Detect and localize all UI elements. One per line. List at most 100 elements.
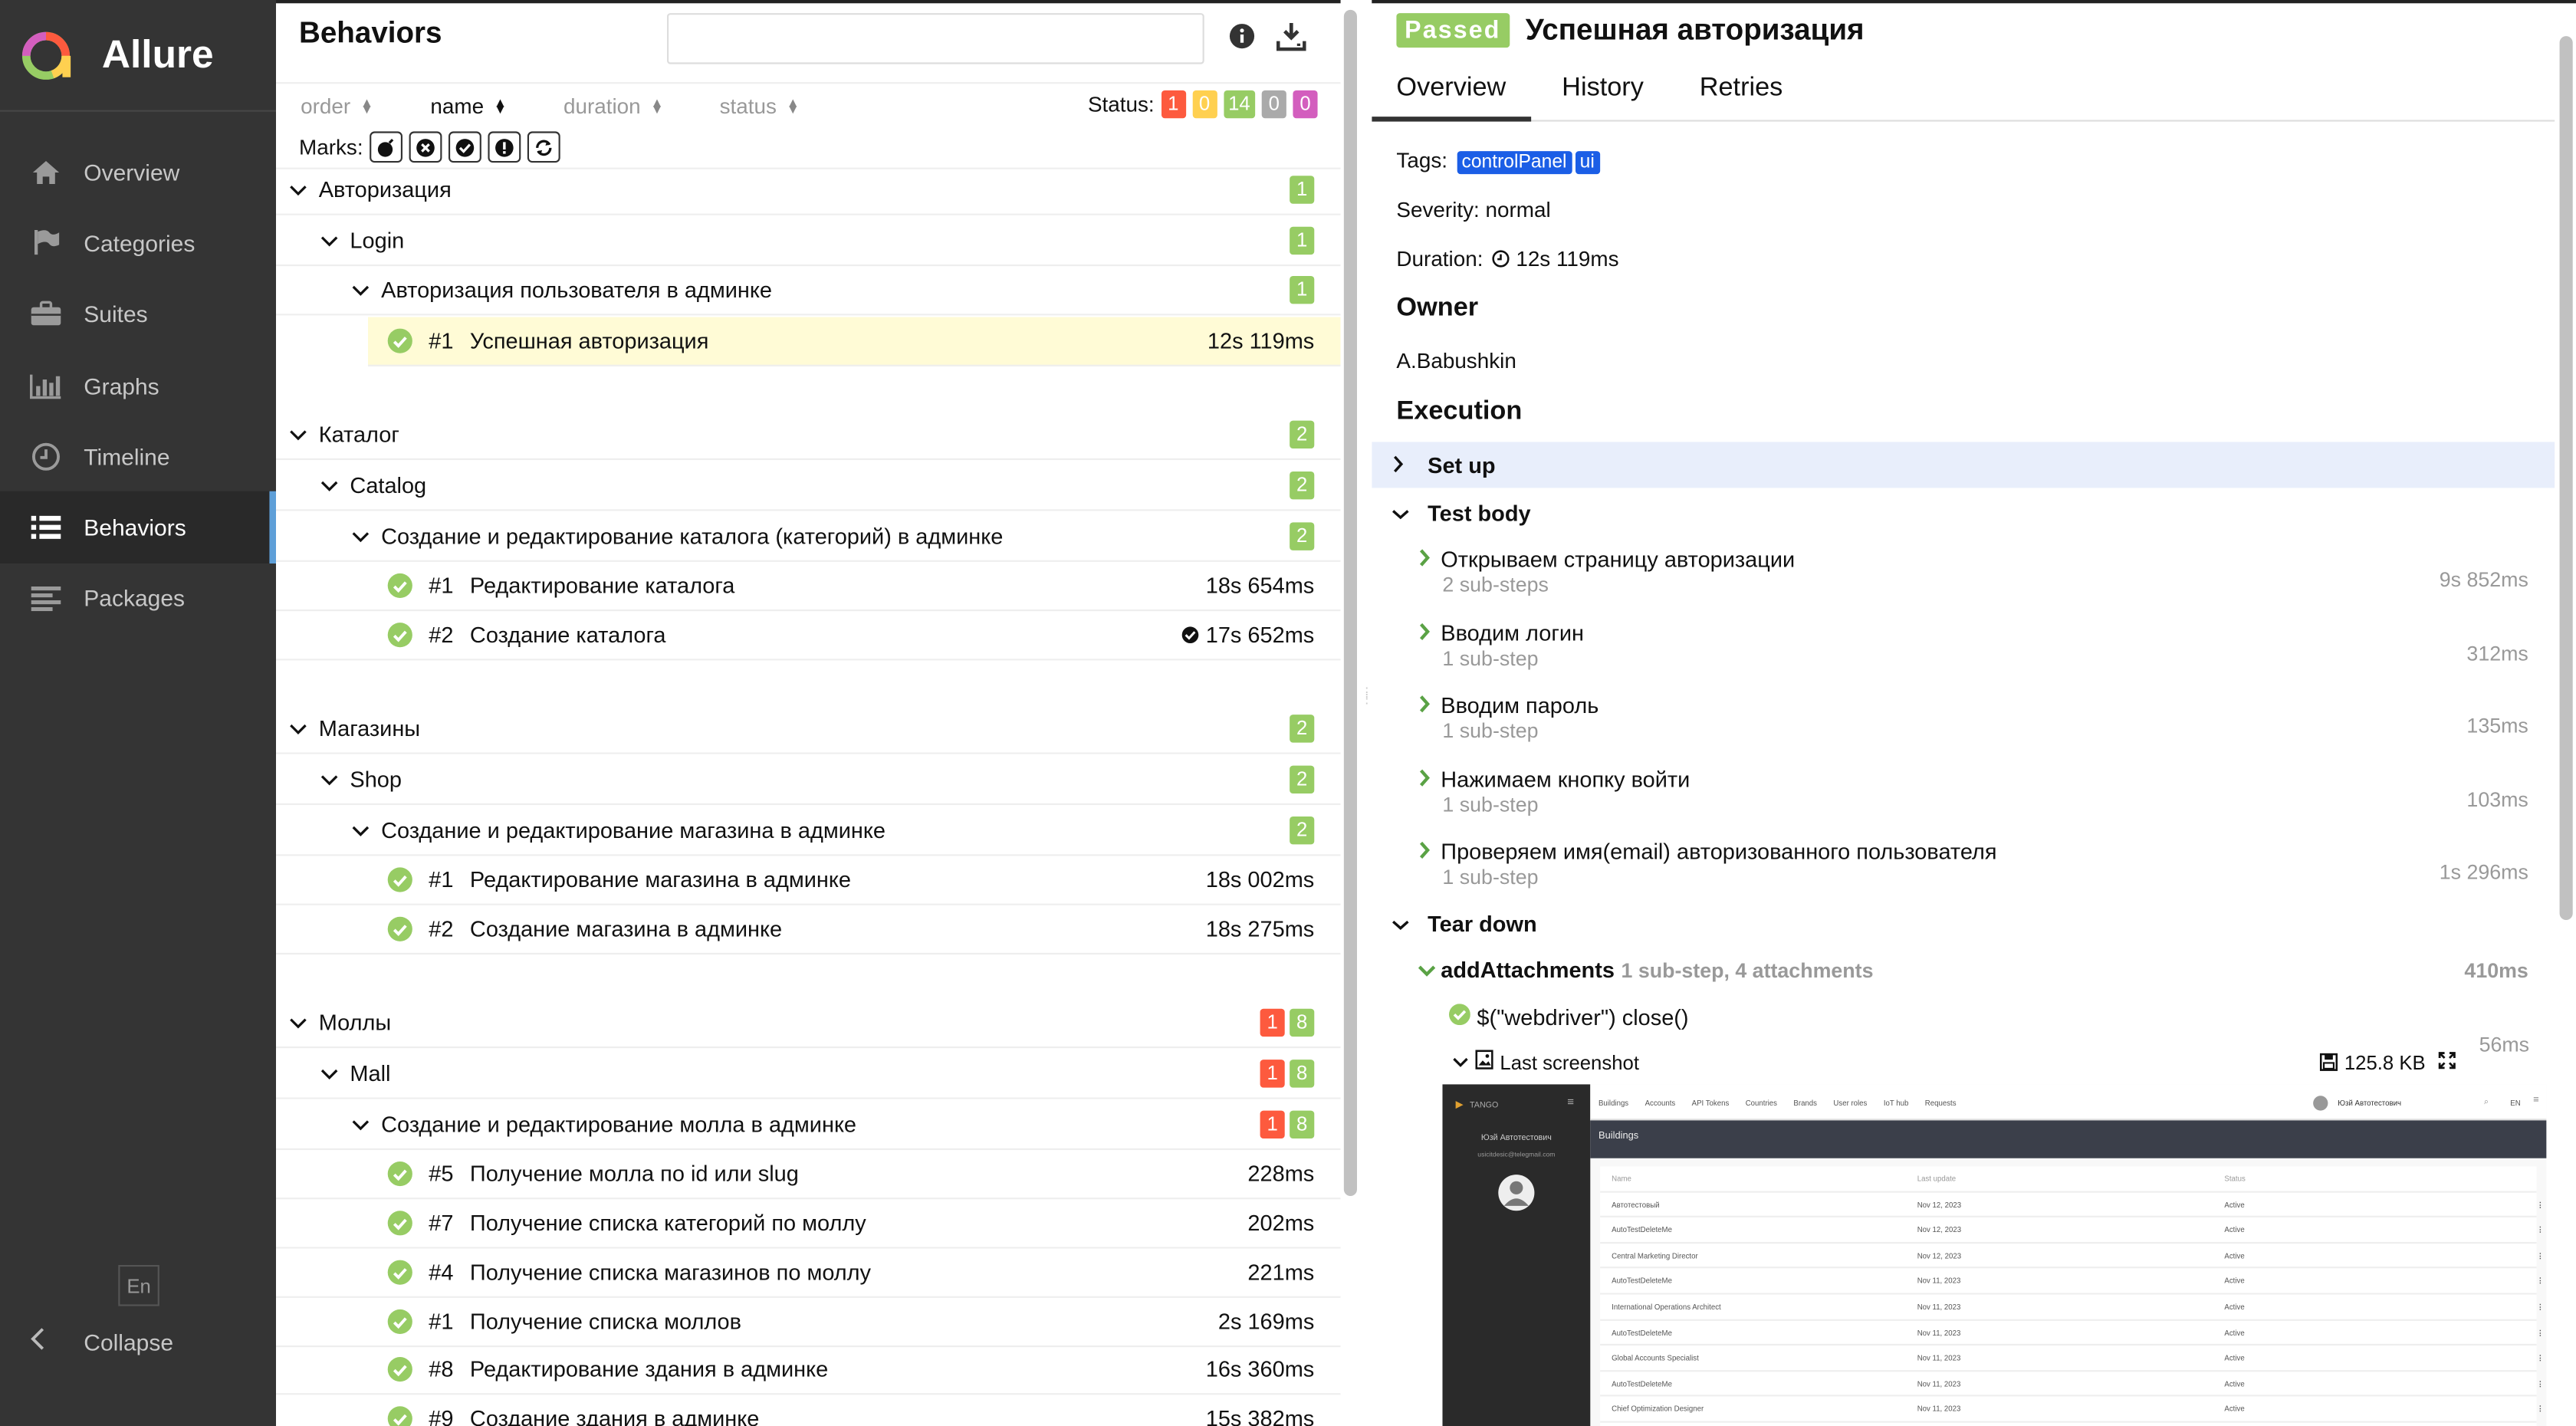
status-failed-toggle[interactable]: 1 (1161, 90, 1186, 119)
test-case-row[interactable]: #1 Редактирование каталога 18s 654ms (276, 562, 1341, 612)
group-name: Shop (350, 767, 402, 792)
test-case-row[interactable]: #5 Получение молла по id или slug 228ms (276, 1150, 1341, 1200)
sort-name[interactable]: name ▲ ▼ (430, 94, 507, 118)
mark-flaky-toggle[interactable] (370, 131, 402, 163)
preview-user-avatar (2313, 1096, 2328, 1111)
tree-group-row[interactable]: Shop 2 (276, 756, 1341, 805)
setup-stage[interactable]: Set up (1372, 442, 2555, 488)
tree-group-row[interactable]: Создание и редактирование каталога (кате… (276, 513, 1341, 562)
nav-item-packages[interactable]: Packages (0, 564, 276, 635)
nav-label-graphs: Graphs (84, 372, 159, 399)
status-broken-toggle[interactable]: 0 (1191, 90, 1217, 119)
collapse-button[interactable]: Collapse (30, 1324, 173, 1359)
group-badges: 18 (1255, 1008, 1315, 1037)
sort-status[interactable]: status ▲ ▼ (720, 94, 800, 118)
setup-label: Set up (1428, 452, 1496, 478)
tab-overview[interactable]: Overview (1372, 69, 1531, 122)
test-case-row[interactable]: #1 Успешная авторизация 12s 119ms (368, 317, 1341, 366)
test-duration: 12s 119ms (1208, 329, 1314, 353)
step-row[interactable]: Открываем страницу авторизации 2 sub-ste… (1418, 545, 2535, 596)
preview-cell-name: AutoTestDeleteMe (1612, 1276, 1672, 1286)
sort-order[interactable]: order ▲ ▼ (301, 94, 373, 118)
mark-new-broken-toggle[interactable] (488, 131, 521, 163)
teardown-stage[interactable]: Tear down (1372, 900, 2555, 946)
preview-logo-text: TANGO (1470, 1099, 1499, 1110)
preview-kebab-icon: ⋮ (2536, 1379, 2545, 1388)
step-row[interactable]: Проверяем имя(email) авторизованного пол… (1418, 838, 2535, 889)
nav-item-categories[interactable]: Categories (0, 208, 276, 279)
attachments-step[interactable]: addAttachments 1 sub-step, 4 attachments… (1418, 958, 2528, 982)
sort-duration[interactable]: duration ▲ ▼ (564, 94, 664, 118)
test-order: #1 (429, 573, 454, 598)
screenshot-size: 125.8 KB (2319, 1050, 2426, 1073)
test-case-row[interactable]: #2 Создание каталога 17s 652ms (276, 611, 1341, 661)
status-passed-toggle[interactable]: 14 (1223, 90, 1256, 119)
passed-icon (387, 573, 412, 598)
language-switch[interactable]: En (118, 1265, 159, 1306)
tree-group-row[interactable]: Login 1 (276, 217, 1341, 267)
tree-group-row[interactable]: Авторизация пользователя в админке 1 (276, 266, 1341, 316)
test-duration-value: 18s 654ms (1205, 573, 1315, 598)
brand[interactable]: Allure (0, 0, 276, 112)
status-unknown-toggle[interactable]: 0 (1293, 90, 1318, 119)
step-duration: 9s 852ms (2439, 568, 2528, 592)
group-name: Mall (350, 1061, 391, 1086)
execution-heading: Execution (1396, 397, 1523, 426)
status-skipped-toggle[interactable]: 0 (1261, 90, 1286, 119)
preview-table-row: AutoTestDeleteMe Nov 11, 2023 Active ⋮ (1600, 1320, 2544, 1346)
new-passed-icon (1181, 626, 1199, 644)
nav-item-overview[interactable]: Overview (0, 136, 276, 208)
preview-cell-updated: Nov 11, 2023 (1917, 1354, 1961, 1362)
search-input[interactable] (667, 13, 1204, 64)
test-case-row[interactable]: #1 Редактирование магазина в админке 18s… (276, 856, 1341, 905)
test-case-row[interactable]: #2 Создание магазина в админке 18s 275ms (276, 905, 1341, 955)
count-badge: 8 (1290, 1110, 1315, 1138)
tree-group-row[interactable]: Каталог 2 (276, 411, 1341, 460)
chevron-down-icon (319, 475, 339, 495)
info-icon[interactable] (1229, 23, 1255, 58)
briefcase-icon (30, 300, 63, 330)
test-case-row[interactable]: #1 Получение списка моллов 2s 169ms (276, 1298, 1341, 1348)
step-row[interactable]: Нажимаем кнопку войти 1 sub-step 103ms (1418, 766, 2535, 816)
step-name: Проверяем имя(email) авторизованного пол… (1441, 838, 1997, 864)
screenshot-preview[interactable]: ▶ TANGO ≡ Юзй Автотестович usicitdesic@t… (1442, 1084, 2547, 1426)
chevron-down-icon (288, 1013, 307, 1033)
tree-group-row[interactable]: Mall 18 (276, 1050, 1341, 1099)
detail-scrollbar[interactable] (2559, 36, 2573, 921)
nav-item-timeline[interactable]: Timeline (0, 421, 276, 492)
tab-retries[interactable]: Retries (1675, 69, 1808, 122)
close-step[interactable]: $("webdriver") close() (1449, 1004, 1689, 1030)
tree-scrollbar[interactable] (1343, 9, 1357, 1196)
nav-item-graphs[interactable]: Graphs (0, 350, 276, 421)
test-case-row[interactable]: #7 Получение списка категорий по моллу 2… (276, 1199, 1341, 1249)
tree-group-row[interactable]: Catalog 2 (276, 462, 1341, 511)
tree-group-row[interactable]: Создание и редактирование магазина в адм… (276, 807, 1341, 856)
tree-group-row[interactable]: Авторизация 1 (276, 166, 1341, 215)
step-row[interactable]: Вводим логин 1 sub-step 312ms (1418, 619, 2535, 670)
tree-group-row[interactable]: Моллы 18 (276, 999, 1341, 1049)
test-case-row[interactable]: #4 Получение списка магазинов по моллу 2… (276, 1249, 1341, 1298)
sort-arrows-icon: ▲ ▼ (650, 94, 664, 117)
screenshot-attachment[interactable]: Last screenshot 125.8 KB 56ms (1452, 1033, 2530, 1074)
home-icon (30, 157, 63, 187)
sort-arrows-icon: ▲ ▼ (360, 94, 374, 117)
mark-retries-toggle[interactable] (527, 131, 560, 163)
save-icon (2319, 1053, 2338, 1071)
test-case-row[interactable]: #8 Редактирование здания в админке 16s 3… (276, 1346, 1341, 1395)
test-duration: 18s 275ms (1206, 917, 1315, 941)
mark-new-failed-toggle[interactable] (409, 131, 442, 163)
tab-history[interactable]: History (1537, 69, 1668, 122)
passed-icon (387, 916, 412, 941)
nav-item-suites[interactable]: Suites (0, 278, 276, 350)
test-case-row[interactable]: #9 Создание здания в админке 15s 382ms (276, 1395, 1341, 1426)
step-row[interactable]: Вводим пароль 1 sub-step 135ms (1418, 692, 2535, 743)
download-icon[interactable] (1276, 21, 1306, 59)
test-body-stage[interactable]: Test body (1372, 490, 2555, 536)
pane-splitter[interactable]: ⋮ ⋮ (1360, 686, 1373, 739)
tree-group-row[interactable]: Магазины 2 (276, 705, 1341, 754)
tree-group-row[interactable]: Создание и редактирование молла в админк… (276, 1101, 1341, 1150)
fullscreen-icon[interactable] (2438, 1050, 2456, 1073)
nav-item-behaviors[interactable]: Behaviors (0, 491, 276, 564)
mark-new-passed-toggle[interactable] (449, 131, 481, 163)
passed-icon (387, 1406, 412, 1426)
